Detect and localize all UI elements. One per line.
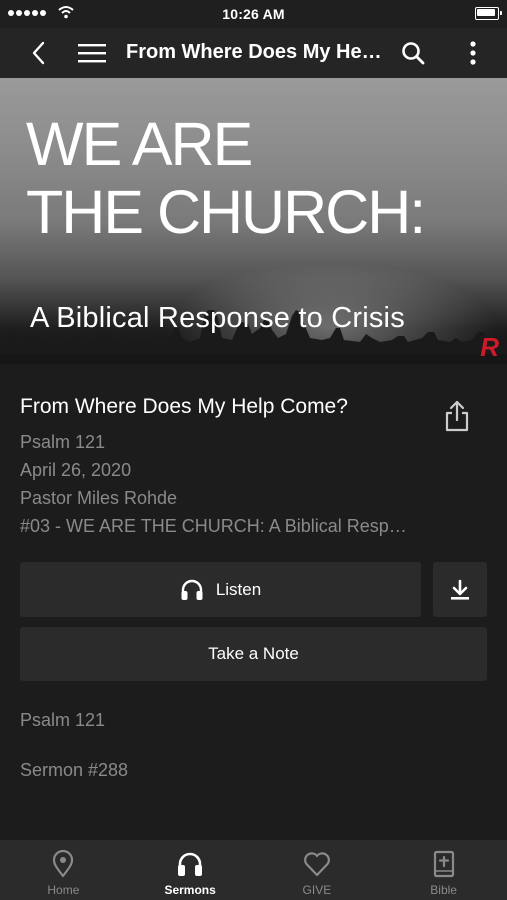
- location-pin-icon: [53, 850, 74, 878]
- back-button[interactable]: [20, 28, 56, 78]
- battery-icon: [475, 7, 502, 20]
- chevron-left-icon: [32, 41, 45, 65]
- search-button[interactable]: [395, 28, 431, 78]
- scripture-reference: Psalm 121: [20, 710, 106, 730]
- sermon-passage: Psalm 121: [20, 432, 106, 452]
- banner-title: WE ARE THE CHURCH:: [26, 110, 426, 246]
- headphones-icon: [178, 852, 203, 876]
- sermon-details: From Where Does My Help Come? Psalm 121 …: [20, 394, 440, 540]
- menu-button[interactable]: [74, 28, 110, 78]
- status-time: 10:26 AM: [222, 6, 285, 22]
- tab-bible[interactable]: Bible: [380, 840, 507, 900]
- share-icon: [445, 400, 469, 432]
- sermon-series: #03 - WE ARE THE CHURCH: A Biblical Resp…: [20, 516, 415, 536]
- take-note-button[interactable]: Take a Note: [20, 627, 487, 681]
- tab-home[interactable]: Home: [0, 840, 127, 900]
- tab-bible-label: Bible: [430, 883, 457, 897]
- tab-give[interactable]: GIVE: [254, 840, 381, 900]
- headphones-icon: [181, 579, 203, 600]
- app-header: From Where Does My Help Come?: [0, 28, 507, 78]
- tab-home-label: Home: [47, 883, 80, 897]
- sermon-number: Sermon #288: [20, 760, 129, 780]
- take-note-label: Take a Note: [208, 644, 299, 663]
- download-button[interactable]: [433, 562, 487, 617]
- sermon-date: April 26, 2020: [20, 460, 132, 480]
- listen-label: Listen: [215, 579, 262, 599]
- bible-icon: [433, 850, 454, 878]
- banner-subtitle: A Biblical Response to Crisis: [30, 302, 405, 334]
- status-bar: 10:26 AM: [0, 0, 507, 28]
- sermon-banner-image: WE ARE THE CHURCH: A Biblical Response t…: [0, 78, 507, 364]
- listen-button[interactable]: Listen: [20, 562, 421, 617]
- hamburger-menu-icon: [78, 44, 106, 63]
- tab-sermons-label: Sermons: [164, 883, 216, 897]
- sermon-speaker: Pastor Miles Rohde: [20, 488, 178, 508]
- more-options-button[interactable]: [461, 28, 485, 78]
- brand-logo: R: [480, 332, 499, 362]
- bottom-tab-bar: Home Sermons GIVE Bible: [0, 840, 507, 900]
- search-icon: [402, 42, 425, 65]
- heart-icon: [303, 852, 330, 877]
- sermon-title: From Where Does My Help Come?: [20, 395, 348, 418]
- share-button[interactable]: [440, 398, 474, 434]
- page-title: From Where Does My Help Come?: [126, 41, 386, 63]
- download-icon: [451, 579, 469, 600]
- vertical-dots-icon: [470, 41, 476, 65]
- tab-sermons[interactable]: Sermons: [127, 840, 254, 900]
- tab-give-label: GIVE: [302, 883, 332, 897]
